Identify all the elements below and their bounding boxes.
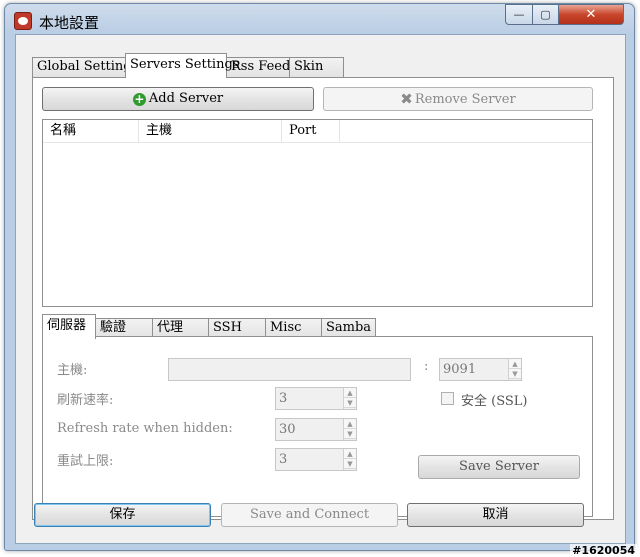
save-and-connect-button[interactable]: Save and Connect xyxy=(221,503,398,527)
port-stepper[interactable]: 9091 ▲ ▼ xyxy=(439,358,522,381)
retry-limit-stepper[interactable]: 3 ▲ ▼ xyxy=(275,448,357,471)
maximize-button[interactable]: ▢ xyxy=(532,4,559,25)
save-server-button[interactable]: Save Server xyxy=(418,455,580,479)
server-list-body[interactable] xyxy=(43,144,592,306)
subtab-server[interactable]: 伺服器 xyxy=(42,314,96,339)
retry-limit-value: 3 xyxy=(279,452,288,467)
x-icon: ✖ xyxy=(400,90,413,108)
server-detail-panel: 主機: : 9091 ▲ ▼ 刷新速率: 3 ▲ ▼ 安全 (SSL) Refres… xyxy=(42,336,593,517)
cancel-button[interactable]: 取消 xyxy=(407,503,584,527)
refresh-hidden-value: 30 xyxy=(279,422,296,437)
tab-skin[interactable]: Skin xyxy=(289,57,344,77)
port-separator: : xyxy=(424,359,429,374)
subtab-auth[interactable]: 驗證 xyxy=(95,318,153,338)
subtab-misc[interactable]: Misc xyxy=(265,318,322,338)
window-title: 本地設置 xyxy=(39,14,100,32)
minimize-button[interactable]: — xyxy=(505,4,533,25)
refresh-hidden-stepper[interactable]: 30 ▲ ▼ xyxy=(275,418,357,441)
retry-limit-label: 重試上限: xyxy=(57,454,114,469)
column-header-port[interactable]: Port xyxy=(282,120,340,142)
refresh-rate-spinner[interactable]: ▲ ▼ xyxy=(343,388,356,409)
spin-up-icon[interactable]: ▲ xyxy=(344,419,356,429)
spin-down-icon[interactable]: ▼ xyxy=(344,398,356,408)
subtab-ssh[interactable]: SSH xyxy=(208,318,266,338)
column-header-host[interactable]: 主機 xyxy=(139,120,282,142)
host-input[interactable] xyxy=(168,358,411,381)
add-server-button[interactable]: + Add Server xyxy=(42,87,314,111)
subtab-samba[interactable]: Samba xyxy=(321,318,376,338)
column-header-name[interactable]: 名稱 xyxy=(43,120,139,142)
tab-global-settings[interactable]: Global Settings xyxy=(32,57,138,77)
spin-down-icon[interactable]: ▼ xyxy=(344,429,356,439)
dialog-client-area: Global Settings Servers Settings Rss Fee… xyxy=(15,34,626,544)
retry-limit-spinner[interactable]: ▲ ▼ xyxy=(343,449,356,470)
port-spinner[interactable]: ▲ ▼ xyxy=(508,359,521,380)
refresh-rate-stepper[interactable]: 3 ▲ ▼ xyxy=(275,387,357,410)
ssl-label: 安全 (SSL) xyxy=(461,394,528,409)
spin-up-icon[interactable]: ▲ xyxy=(344,388,356,398)
save-button[interactable]: 保存 xyxy=(34,503,211,527)
remove-server-label: Remove Server xyxy=(414,92,516,107)
tab-servers-settings[interactable]: Servers Settings xyxy=(125,53,239,78)
title-bar[interactable]: 本地設置 — ▢ ✕ xyxy=(5,4,634,36)
server-list[interactable]: 名稱 主機 Port xyxy=(42,119,593,307)
spin-down-icon[interactable]: ▼ xyxy=(509,369,521,379)
settings-window: 本地設置 — ▢ ✕ Global Settings Servers Setti… xyxy=(4,3,635,551)
plus-icon: + xyxy=(132,92,146,106)
refresh-hidden-label: Refresh rate when hidden: xyxy=(57,421,233,436)
ssl-checkbox[interactable] xyxy=(441,392,454,405)
refresh-hidden-spinner[interactable]: ▲ ▼ xyxy=(343,419,356,440)
refresh-rate-label: 刷新速率: xyxy=(57,393,114,408)
host-label: 主機: xyxy=(57,363,88,378)
spin-down-icon[interactable]: ▼ xyxy=(344,459,356,469)
add-server-label: Add Server xyxy=(148,91,224,106)
port-value: 9091 xyxy=(443,362,477,377)
subtab-proxy[interactable]: 代理 xyxy=(152,318,209,338)
servers-settings-panel: + Add Server ✖ Remove Server 名稱 主機 Port 伺服… xyxy=(32,77,614,520)
spin-up-icon[interactable]: ▲ xyxy=(344,449,356,459)
server-list-header: 名稱 主機 Port xyxy=(43,120,592,143)
refresh-rate-value: 3 xyxy=(279,391,288,406)
spin-up-icon[interactable]: ▲ xyxy=(509,359,521,369)
app-icon xyxy=(14,12,32,30)
watermark-text: #1620054 xyxy=(570,544,637,557)
remove-server-button[interactable]: ✖ Remove Server xyxy=(323,87,593,111)
close-button[interactable]: ✕ xyxy=(558,4,624,25)
